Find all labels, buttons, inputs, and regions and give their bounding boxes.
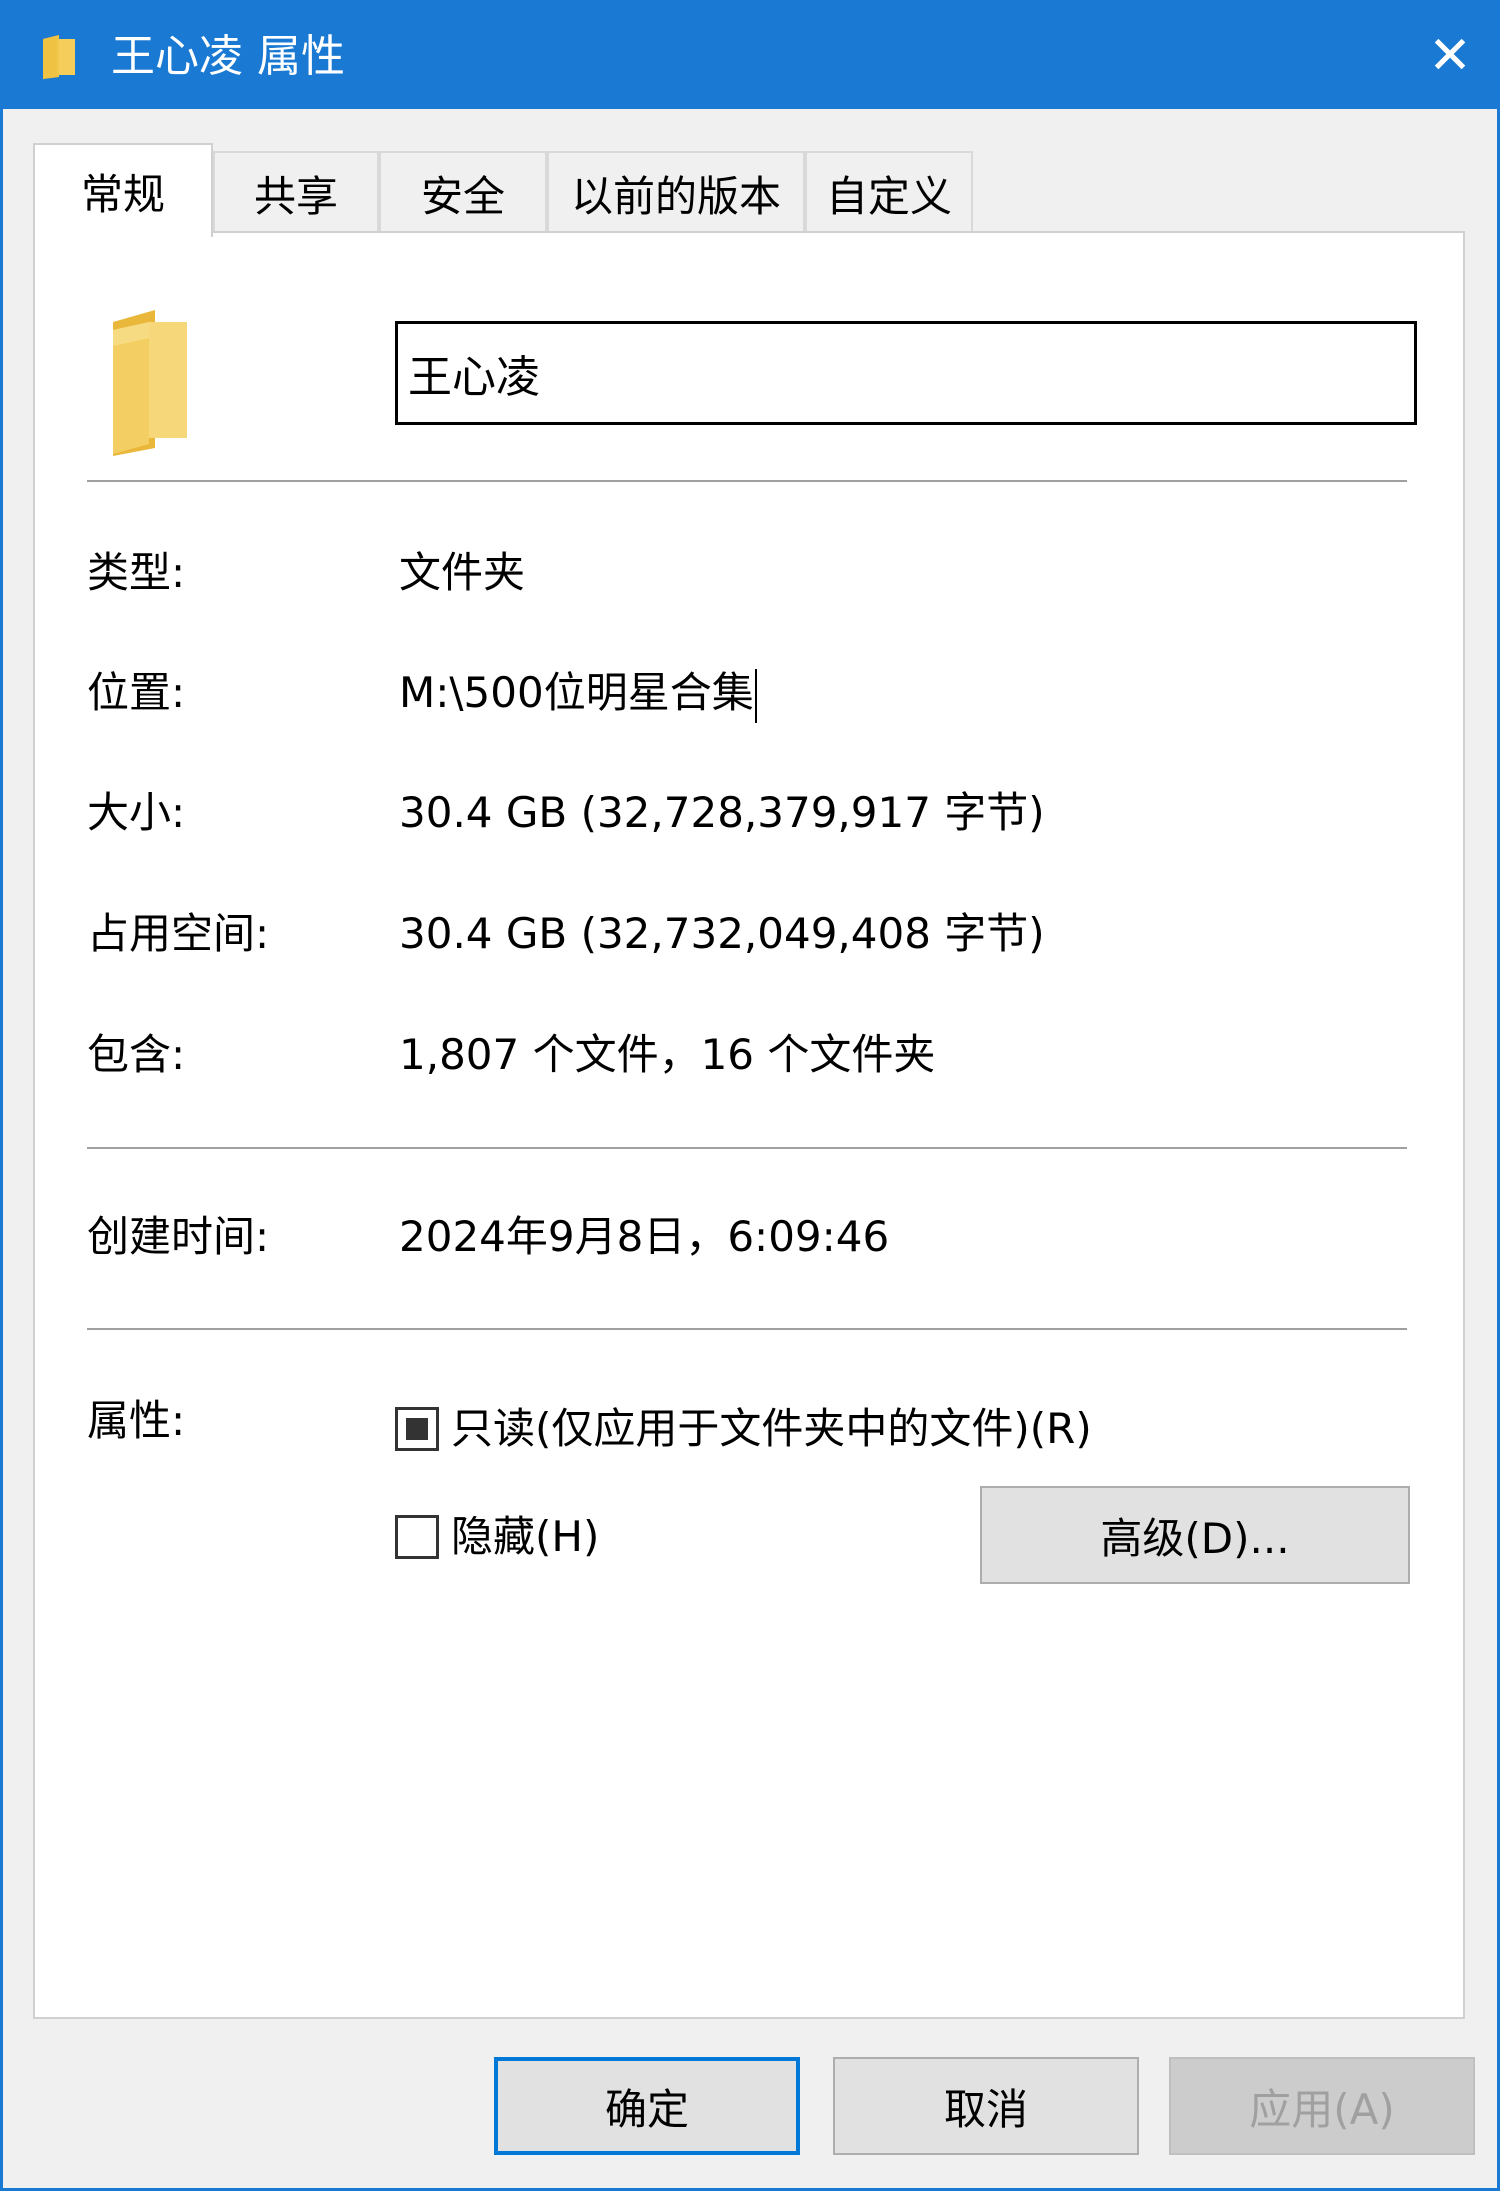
folder-name-input[interactable] [395, 321, 1417, 425]
title-bar: 王心凌 属性 ✕ [3, 3, 1497, 109]
folder-icon [43, 35, 75, 79]
type-value: 文件夹 [399, 548, 526, 597]
size-on-disk-label: 占用空间: [87, 909, 270, 958]
size-label: 大小: [87, 788, 186, 837]
size-on-disk-value: 30.4 GB (32,732,049,408 字节) [399, 909, 1045, 958]
contains-value: 1,807 个文件，16 个文件夹 [399, 1030, 936, 1079]
divider [87, 480, 1407, 482]
properties-dialog: 王心凌 属性 ✕ 常规 共享 安全 以前的版本 自定义 类型: 文件夹 位置: … [0, 0, 1500, 2191]
general-tab-panel [33, 231, 1465, 2019]
tab-sharing-label: 共享 [253, 171, 338, 221]
folder-icon [113, 310, 187, 456]
readonly-label[interactable]: 只读(仅应用于文件夹中的文件)(R) [451, 1401, 1092, 1457]
created-value: 2024年9月8日，6:09:46 [399, 1212, 890, 1261]
tab-customize-label: 自定义 [825, 171, 952, 221]
indeterminate-mark [406, 1418, 428, 1440]
type-label: 类型: [87, 548, 186, 597]
advanced-button-label: 高级(D)... [1100, 1513, 1290, 1563]
hidden-label[interactable]: 隐藏(H) [451, 1509, 599, 1565]
close-icon: ✕ [1428, 26, 1472, 86]
tab-customize[interactable]: 自定义 [805, 151, 973, 233]
tab-general-label: 常规 [80, 169, 165, 219]
apply-button[interactable]: 应用(A) [1169, 2057, 1475, 2155]
cancel-button-label: 取消 [943, 2084, 1028, 2134]
ok-button-label: 确定 [604, 2084, 689, 2134]
tab-security[interactable]: 安全 [379, 151, 547, 233]
hidden-checkbox[interactable] [395, 1515, 439, 1559]
ok-button[interactable]: 确定 [494, 2057, 800, 2155]
divider [87, 1147, 1407, 1149]
advanced-button[interactable]: 高级(D)... [980, 1486, 1410, 1584]
tab-general[interactable]: 常规 [33, 143, 213, 237]
created-label: 创建时间: [87, 1212, 270, 1261]
size-value: 30.4 GB (32,728,379,917 字节) [399, 788, 1045, 837]
location-label: 位置: [87, 668, 186, 717]
readonly-checkbox[interactable] [395, 1407, 439, 1451]
tab-security-label: 安全 [420, 171, 505, 221]
attributes-label: 属性: [87, 1396, 186, 1445]
tab-sharing[interactable]: 共享 [213, 151, 379, 233]
cancel-button[interactable]: 取消 [833, 2057, 1139, 2155]
tab-previous-versions[interactable]: 以前的版本 [547, 151, 805, 233]
contains-label: 包含: [87, 1030, 186, 1079]
divider [87, 1328, 1407, 1330]
window-title: 王心凌 属性 [111, 31, 345, 82]
tab-previous-versions-label: 以前的版本 [570, 171, 781, 221]
close-button[interactable]: ✕ [1403, 3, 1497, 109]
apply-button-label: 应用(A) [1249, 2084, 1395, 2134]
text-caret [754, 668, 757, 723]
location-value[interactable]: M:\500位明星合集 [399, 665, 757, 723]
location-text: M:\500位明星合集 [399, 668, 754, 717]
